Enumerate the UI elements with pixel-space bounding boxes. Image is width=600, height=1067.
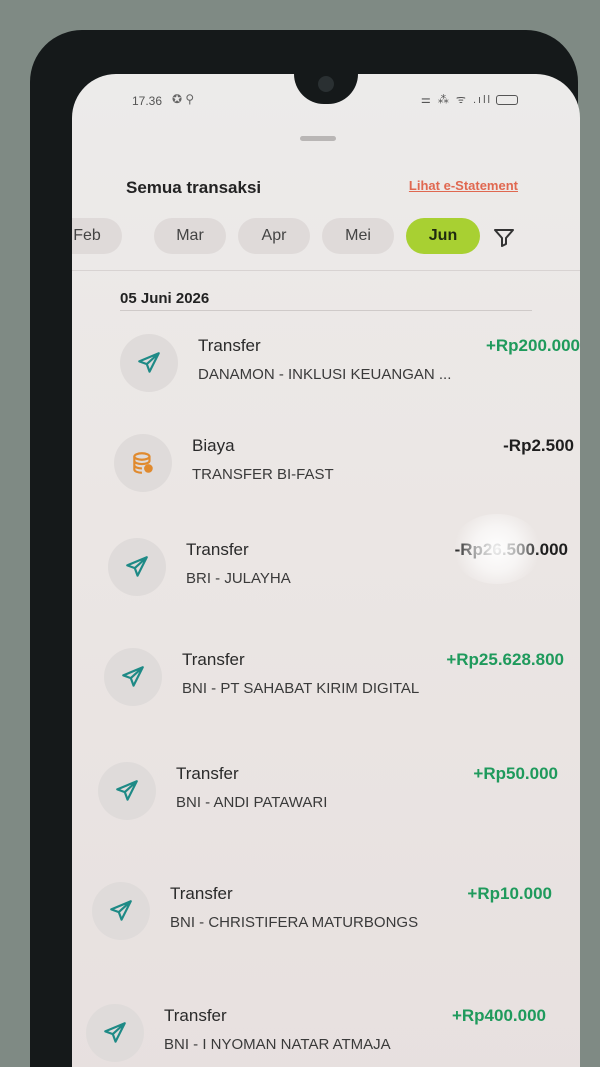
month-chip-mei[interactable]: Mei — [322, 218, 394, 254]
transaction-description: BNI - ANDI PATAWARI — [176, 794, 328, 811]
sheet-drag-handle[interactable] — [300, 136, 336, 141]
month-label: Apr — [261, 227, 287, 244]
transaction-description: BNI - PT SAHABAT KIRIM DIGITAL — [182, 680, 420, 697]
month-chip-feb[interactable]: Feb — [72, 218, 122, 254]
transaction-row[interactable]: Transfer BNI - I NYOMAN NATAR ATMAJA +Rp40… — [86, 1002, 546, 1067]
transaction-amount: +Rp25.628.800 — [446, 650, 564, 669]
month-chip-apr[interactable]: Apr — [238, 218, 310, 254]
transaction-row[interactable]: Biaya TRANSFER BI-FAST -Rp2.500 — [114, 432, 574, 502]
camera-notch — [294, 74, 358, 104]
status-time: 17.36 — [132, 94, 163, 108]
divider — [72, 270, 580, 271]
app-screen: 17.36 ✪ ⚲ ⚌ ⁂ ᯤ .ıll Semua transaksi Lih… — [72, 74, 580, 1067]
date-group-heading: 05 Juni 2026 — [120, 290, 210, 307]
transaction-type: Transfer — [170, 884, 233, 903]
month-filter-bar: Feb Mar Apr Mei Jun — [72, 218, 580, 260]
send-icon — [98, 762, 156, 820]
signal-icons: ⚌ ⁂ ᯤ .ıll — [420, 94, 492, 106]
transaction-type: Transfer — [164, 1006, 227, 1025]
transaction-row[interactable]: Transfer BNI - ANDI PATAWARI +Rp50.000 — [98, 760, 558, 830]
battery-icon — [496, 95, 518, 106]
page-title: Semua transaksi — [126, 178, 262, 197]
transaction-description: BRI - JULAYHA — [186, 570, 291, 587]
transaction-amount: -Rp2.500 — [503, 436, 574, 455]
transaction-type: Transfer — [198, 336, 261, 355]
send-icon — [104, 648, 162, 706]
filter-icon[interactable] — [492, 226, 516, 250]
camera-icon — [318, 76, 334, 92]
transaction-amount: +Rp200.000 — [485, 336, 580, 355]
transaction-type: Transfer — [182, 650, 245, 669]
send-icon — [108, 538, 166, 596]
month-chip-mar[interactable]: Mar — [154, 218, 226, 254]
transaction-description: DANAMON - INKLUSI KEUANGAN ... — [198, 366, 452, 383]
send-icon — [120, 334, 178, 392]
month-label: Jun — [428, 227, 458, 244]
month-label: Mar — [176, 227, 204, 244]
transaction-row[interactable]: Transfer BNI - CHRISTIFERA MATURBONGS +Rp1… — [92, 880, 552, 950]
transaction-amount: +Rp400.000 — [451, 1006, 546, 1025]
month-label: Mei — [345, 227, 371, 244]
transaction-type: Biaya — [192, 436, 235, 455]
transaction-row[interactable]: Transfer BNI - PT SAHABAT KIRIM DIGITAL +R… — [104, 646, 564, 716]
transaction-amount: +Rp50.000 — [473, 764, 558, 783]
transaction-amount: +Rp10.000 — [467, 884, 552, 903]
status-right-icons: ⚌ ⁂ ᯤ .ıll — [421, 92, 518, 107]
date-divider — [120, 310, 532, 311]
send-icon — [92, 882, 150, 940]
transaction-row[interactable]: Transfer DANAMON - INKLUSI KEUANGAN ... +R… — [120, 332, 580, 402]
transaction-type: Transfer — [176, 764, 239, 783]
phone-frame: 17.36 ✪ ⚲ ⚌ ⁂ ᯤ .ıll Semua transaksi Lih… — [30, 30, 580, 1067]
transaction-description: BNI - I NYOMAN NATAR ATMAJA — [164, 1036, 391, 1053]
month-chip-jun[interactable]: Jun — [406, 218, 480, 254]
transaction-description: BNI - CHRISTIFERA MATURBONGS — [170, 914, 419, 931]
month-label: Feb — [73, 227, 101, 244]
transaction-type: Transfer — [186, 540, 249, 559]
coins-icon — [114, 434, 172, 492]
screen-glare — [452, 514, 542, 584]
status-left-icons: ✪ ⚲ — [172, 92, 195, 106]
transaction-description: TRANSFER BI-FAST — [192, 466, 334, 483]
e-statement-link[interactable]: Lihat e-Statement — [409, 178, 518, 193]
send-icon — [86, 1004, 144, 1062]
